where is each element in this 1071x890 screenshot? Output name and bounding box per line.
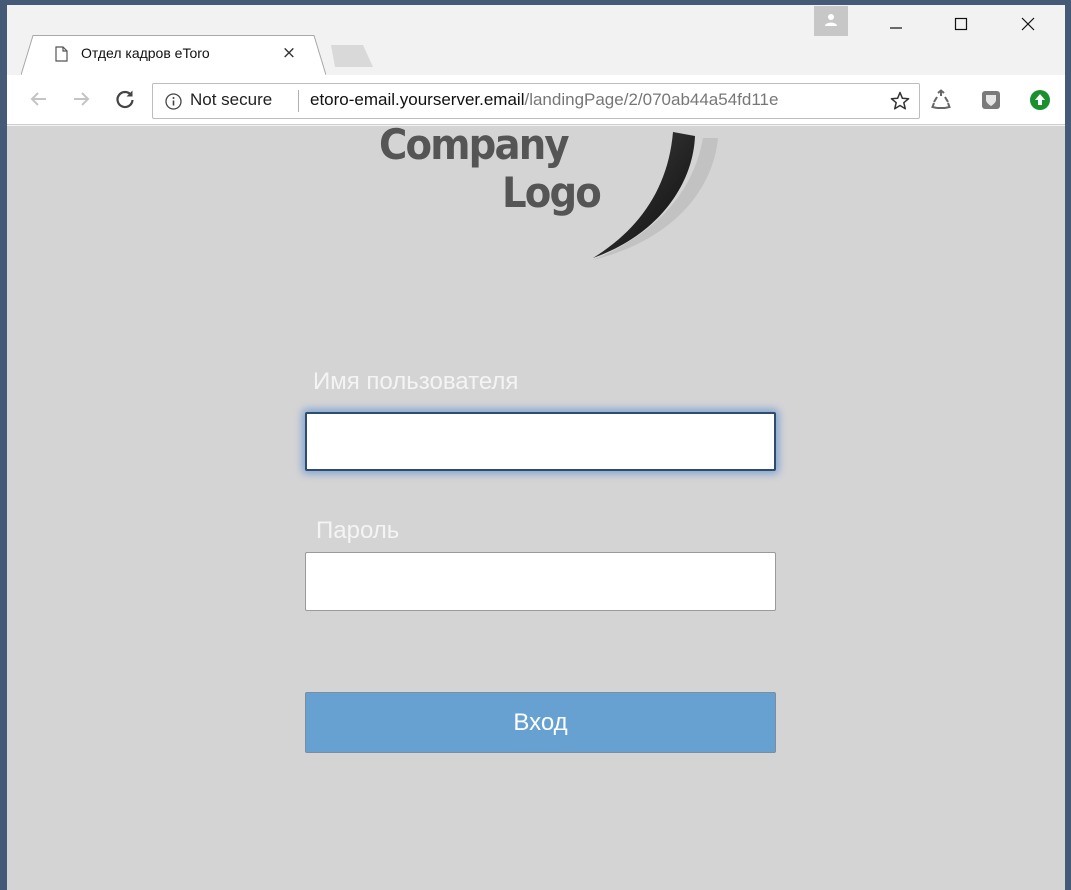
- security-label[interactable]: Not secure: [190, 90, 272, 110]
- login-button[interactable]: Вход: [305, 692, 776, 753]
- password-input[interactable]: [305, 552, 776, 611]
- document-icon: [55, 46, 68, 62]
- browser-window: Отдел кадров eToro × Not secure etoro-em…: [7, 5, 1065, 890]
- maximize-icon[interactable]: [950, 13, 972, 35]
- title-bar: Отдел кадров eToro ×: [7, 5, 1065, 75]
- logo-text-line1: Company: [379, 120, 570, 169]
- url-text[interactable]: etoro-email.yourserver.email/landingPage…: [310, 90, 778, 110]
- close-window-icon[interactable]: [1017, 13, 1039, 35]
- reload-icon[interactable]: [113, 87, 137, 111]
- tab-title: Отдел кадров eToro: [81, 45, 210, 61]
- browser-toolbar: Not secure etoro-email.yourserver.email/…: [7, 75, 1065, 125]
- info-icon[interactable]: [165, 93, 182, 110]
- new-tab-button[interactable]: [331, 45, 373, 67]
- url-host: etoro-email.yourserver.email: [310, 90, 525, 109]
- person-icon: [825, 14, 837, 26]
- recycle-extension-icon[interactable]: [930, 89, 952, 111]
- logo-text-line2: Logo: [502, 168, 602, 217]
- forward-arrow-icon[interactable]: [69, 87, 93, 111]
- address-bar[interactable]: Not secure etoro-email.yourserver.email/…: [152, 83, 920, 119]
- minimize-icon[interactable]: [885, 13, 907, 35]
- update-arrow-icon[interactable]: [1029, 89, 1051, 111]
- username-input[interactable]: [305, 412, 776, 471]
- username-label: Имя пользователя: [313, 368, 519, 395]
- password-label: Пароль: [316, 517, 400, 544]
- address-divider: [298, 90, 299, 112]
- bookmark-star-icon[interactable]: [889, 90, 911, 112]
- page-content: Company Logo Имя пользователя Пароль Вхо…: [7, 120, 1065, 890]
- back-arrow-icon[interactable]: [27, 87, 51, 111]
- tab-close-icon[interactable]: ×: [279, 43, 299, 63]
- shield-extension-icon[interactable]: [980, 89, 1002, 111]
- url-path: /landingPage/2/070ab44a54fd11e: [524, 90, 779, 109]
- profile-button[interactable]: [814, 6, 848, 36]
- company-logo: Company Logo: [375, 120, 718, 266]
